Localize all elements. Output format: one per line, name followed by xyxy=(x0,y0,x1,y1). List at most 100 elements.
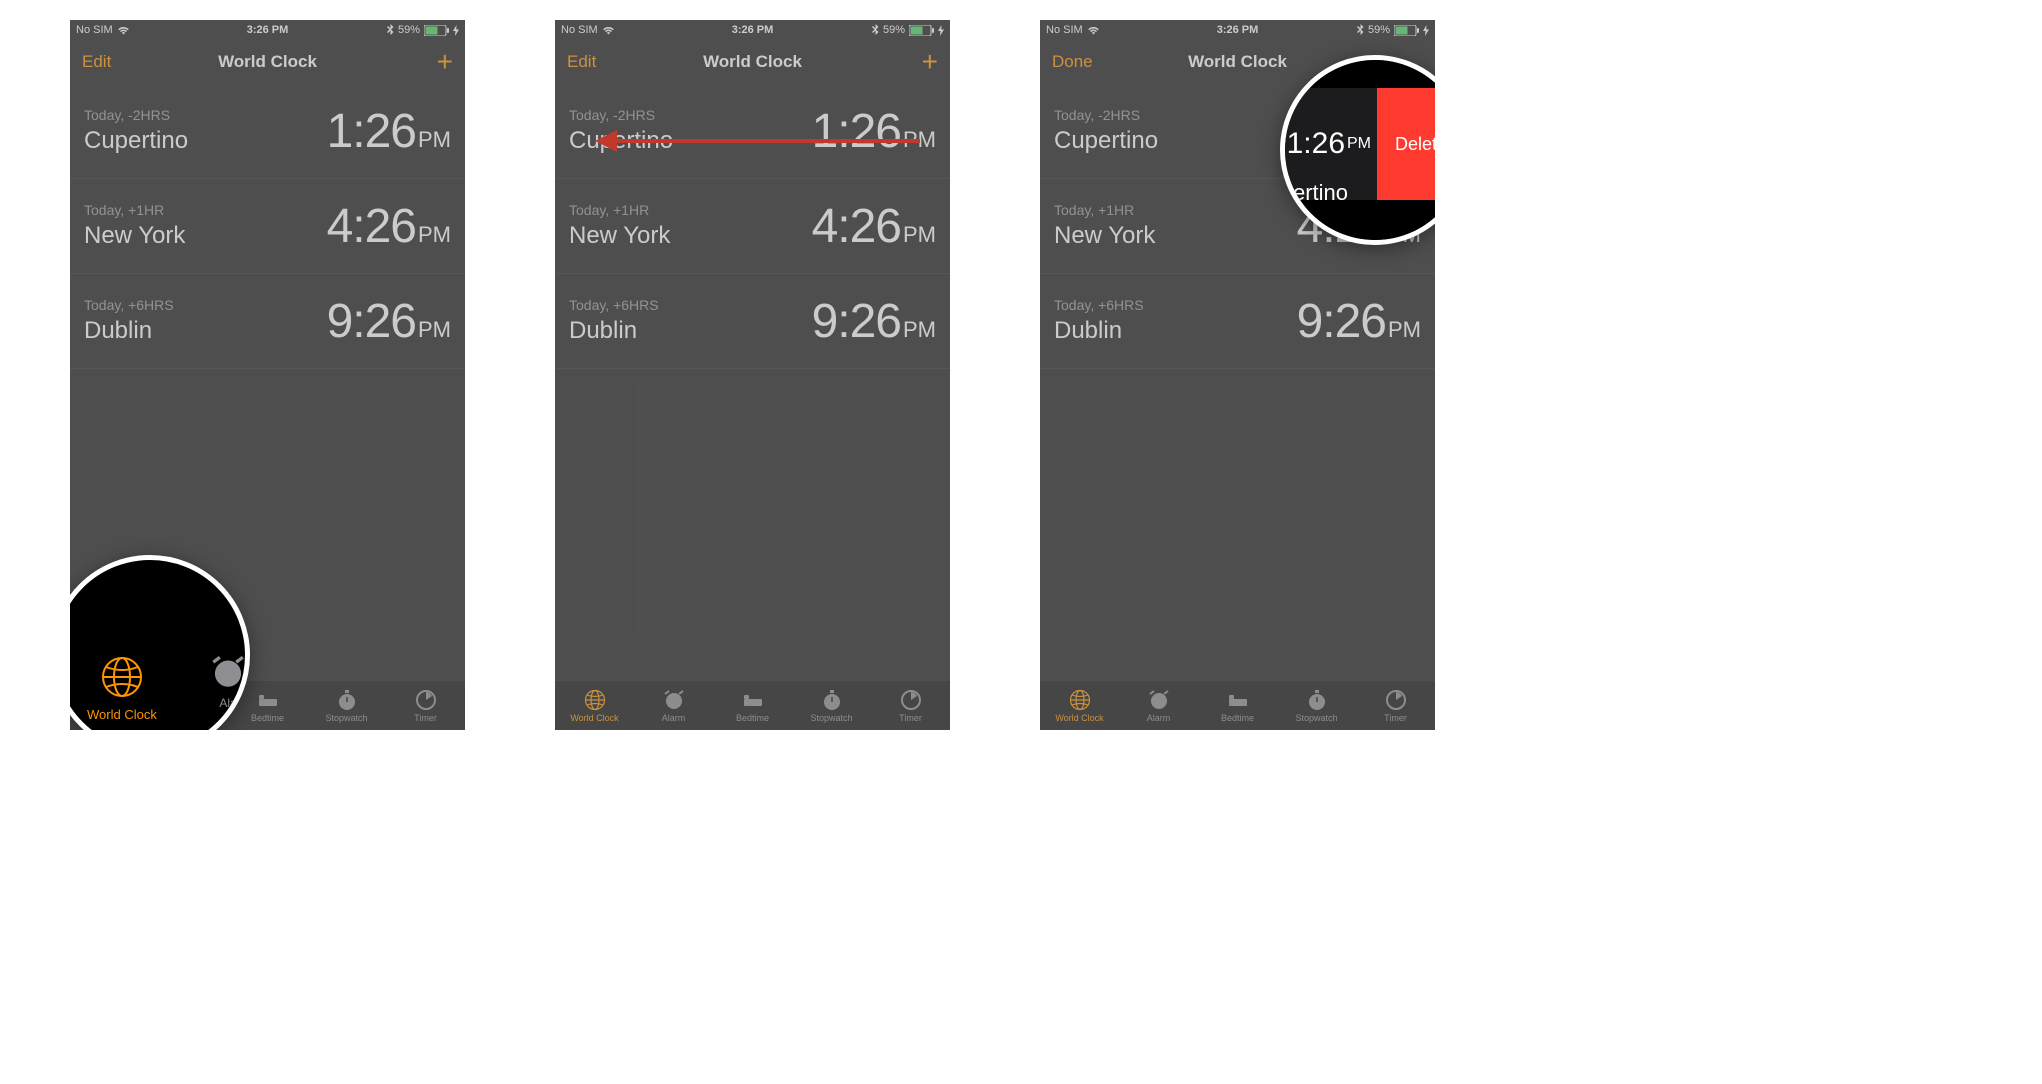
tab-timer[interactable]: Timer xyxy=(1356,681,1435,730)
add-button[interactable]: + xyxy=(437,48,453,76)
done-button[interactable]: Done xyxy=(1052,52,1093,72)
city-label: Dublin xyxy=(1054,317,1144,345)
tab-label-partial: Ala xyxy=(219,696,236,710)
edit-button[interactable]: Edit xyxy=(567,52,596,72)
city-label: New York xyxy=(569,222,670,250)
tab-label: World Clock xyxy=(570,713,618,723)
offset-label: Today, +1HR xyxy=(84,202,185,218)
city-label: Dublin xyxy=(569,317,659,345)
clock-row[interactable]: Today, +6HRS Dublin 9:26 PM xyxy=(1040,274,1435,369)
city-label: Cupertino xyxy=(1054,127,1158,155)
clock-row[interactable]: Today, -2HRS Cupertino 1:26 PM xyxy=(70,84,465,179)
clock-list: Today, -2HRS Cupertino 1:26 PM Today, +1… xyxy=(555,84,950,369)
globe-icon xyxy=(584,689,606,711)
city-label: New York xyxy=(1054,222,1155,250)
tab-label: Bedtime xyxy=(736,713,769,723)
tab-label: World Clock xyxy=(1055,713,1103,723)
offset-label: Today, +6HRS xyxy=(569,297,659,313)
bedtime-icon xyxy=(257,689,279,711)
clock-row[interactable]: Today, +6HRS Dublin 9:26 PM xyxy=(70,274,465,369)
magnifier-delete-button: 1:26 PM Delete ertino xyxy=(1280,55,1435,245)
tab-label: Timer xyxy=(414,713,437,723)
offset-label: Today, +1HR xyxy=(1054,202,1155,218)
time-label: 9:26 PM xyxy=(1297,294,1421,349)
tab-label: World Clock xyxy=(87,707,157,722)
tab-label: Bedtime xyxy=(251,713,284,723)
bedtime-icon xyxy=(742,689,764,711)
status-time: 3:26 PM xyxy=(70,24,465,36)
offset-label: Today, +6HRS xyxy=(1054,297,1144,313)
city-label: New York xyxy=(84,222,185,250)
tab-alarm[interactable]: Alarm xyxy=(1119,681,1198,730)
status-bar: No SIM 3:26 PM 59% xyxy=(1040,20,1435,40)
screenshot-2: No SIM 3:26 PM 59% Edit World Clock + To… xyxy=(555,20,950,730)
offset-label: Today, -2HRS xyxy=(569,107,673,123)
timer-icon xyxy=(415,689,437,711)
alarm-icon xyxy=(663,689,685,711)
tab-label: Stopwatch xyxy=(1295,713,1337,723)
nav-title: World Clock xyxy=(70,52,465,72)
nav-bar: Edit World Clock + xyxy=(555,40,950,84)
city-partial-label: ertino xyxy=(1293,180,1348,206)
time-label: 9:26 PM xyxy=(812,294,936,349)
tab-bar: World Clock Alarm Bedtime Stopwatch Time… xyxy=(1040,680,1435,730)
tab-stopwatch[interactable]: Stopwatch xyxy=(792,681,871,730)
clock-list: Today, -2HRS Cupertino 1:26 PM Today, +1… xyxy=(70,84,465,369)
edit-button[interactable]: Edit xyxy=(82,52,111,72)
stopwatch-icon xyxy=(336,689,358,711)
clock-row[interactable]: Today, +6HRS Dublin 9:26 PM xyxy=(555,274,950,369)
stopwatch-icon xyxy=(821,689,843,711)
alarm-icon xyxy=(1148,689,1170,711)
swipe-arrow-annotation xyxy=(595,130,920,150)
nav-title: World Clock xyxy=(555,52,950,72)
status-bar: No SIM 3:26 PM 59% xyxy=(555,20,950,40)
timer-icon xyxy=(900,689,922,711)
magnifier-worldclock-tab: World Clock Ala xyxy=(70,555,250,730)
time-label: 4:26 PM xyxy=(327,199,451,254)
tab-alarm[interactable]: Alarm xyxy=(634,681,713,730)
alarm-icon xyxy=(210,654,246,690)
time-label: 9:26 PM xyxy=(327,294,451,349)
tab-world-clock[interactable]: World Clock xyxy=(1040,681,1119,730)
screenshot-3: No SIM 3:26 PM 59% Done World Clock Toda… xyxy=(1040,20,1435,730)
tab-stopwatch[interactable]: Stopwatch xyxy=(1277,681,1356,730)
offset-label: Today, -2HRS xyxy=(84,107,188,123)
tab-bar: World Clock Alarm Bedtime Stopwatch Time… xyxy=(555,680,950,730)
status-time: 3:26 PM xyxy=(1040,24,1435,36)
tab-label: Timer xyxy=(899,713,922,723)
tab-label: Bedtime xyxy=(1221,713,1254,723)
offset-label: Today, +6HRS xyxy=(84,297,174,313)
clock-row[interactable]: Today, +1HR New York 4:26 PM xyxy=(555,179,950,274)
time-label: 1:26 PM xyxy=(327,104,451,159)
tab-label: Alarm xyxy=(662,713,686,723)
tab-label: Alarm xyxy=(1147,713,1171,723)
tab-timer[interactable]: Timer xyxy=(386,681,465,730)
status-time: 3:26 PM xyxy=(555,24,950,36)
add-button[interactable]: + xyxy=(922,48,938,76)
tab-stopwatch[interactable]: Stopwatch xyxy=(307,681,386,730)
time-ampm: PM xyxy=(1347,135,1371,153)
city-label: Dublin xyxy=(84,317,174,345)
offset-label: Today, +1HR xyxy=(569,202,670,218)
time-label: 4:26 PM xyxy=(812,199,936,254)
tab-label: Stopwatch xyxy=(810,713,852,723)
tab-bedtime[interactable]: Bedtime xyxy=(713,681,792,730)
globe-icon xyxy=(100,655,144,699)
time-hm: 1:26 xyxy=(1287,127,1345,161)
tab-label: Timer xyxy=(1384,713,1407,723)
bedtime-icon xyxy=(1227,689,1249,711)
delete-button[interactable]: Delete xyxy=(1377,88,1435,200)
nav-bar: Edit World Clock + xyxy=(70,40,465,84)
globe-icon xyxy=(1069,689,1091,711)
tab-label: Stopwatch xyxy=(325,713,367,723)
tab-bedtime[interactable]: Bedtime xyxy=(1198,681,1277,730)
clock-row[interactable]: Today, +1HR New York 4:26 PM xyxy=(70,179,465,274)
tab-world-clock[interactable]: World Clock xyxy=(555,681,634,730)
city-label: Cupertino xyxy=(84,127,188,155)
offset-label: Today, -2HRS xyxy=(1054,107,1158,123)
stopwatch-icon xyxy=(1306,689,1328,711)
timer-icon xyxy=(1385,689,1407,711)
tab-timer[interactable]: Timer xyxy=(871,681,950,730)
screenshot-1: No SIM 3:26 PM 59% Edit World Clock + To… xyxy=(70,20,465,730)
status-bar: No SIM 3:26 PM 59% xyxy=(70,20,465,40)
